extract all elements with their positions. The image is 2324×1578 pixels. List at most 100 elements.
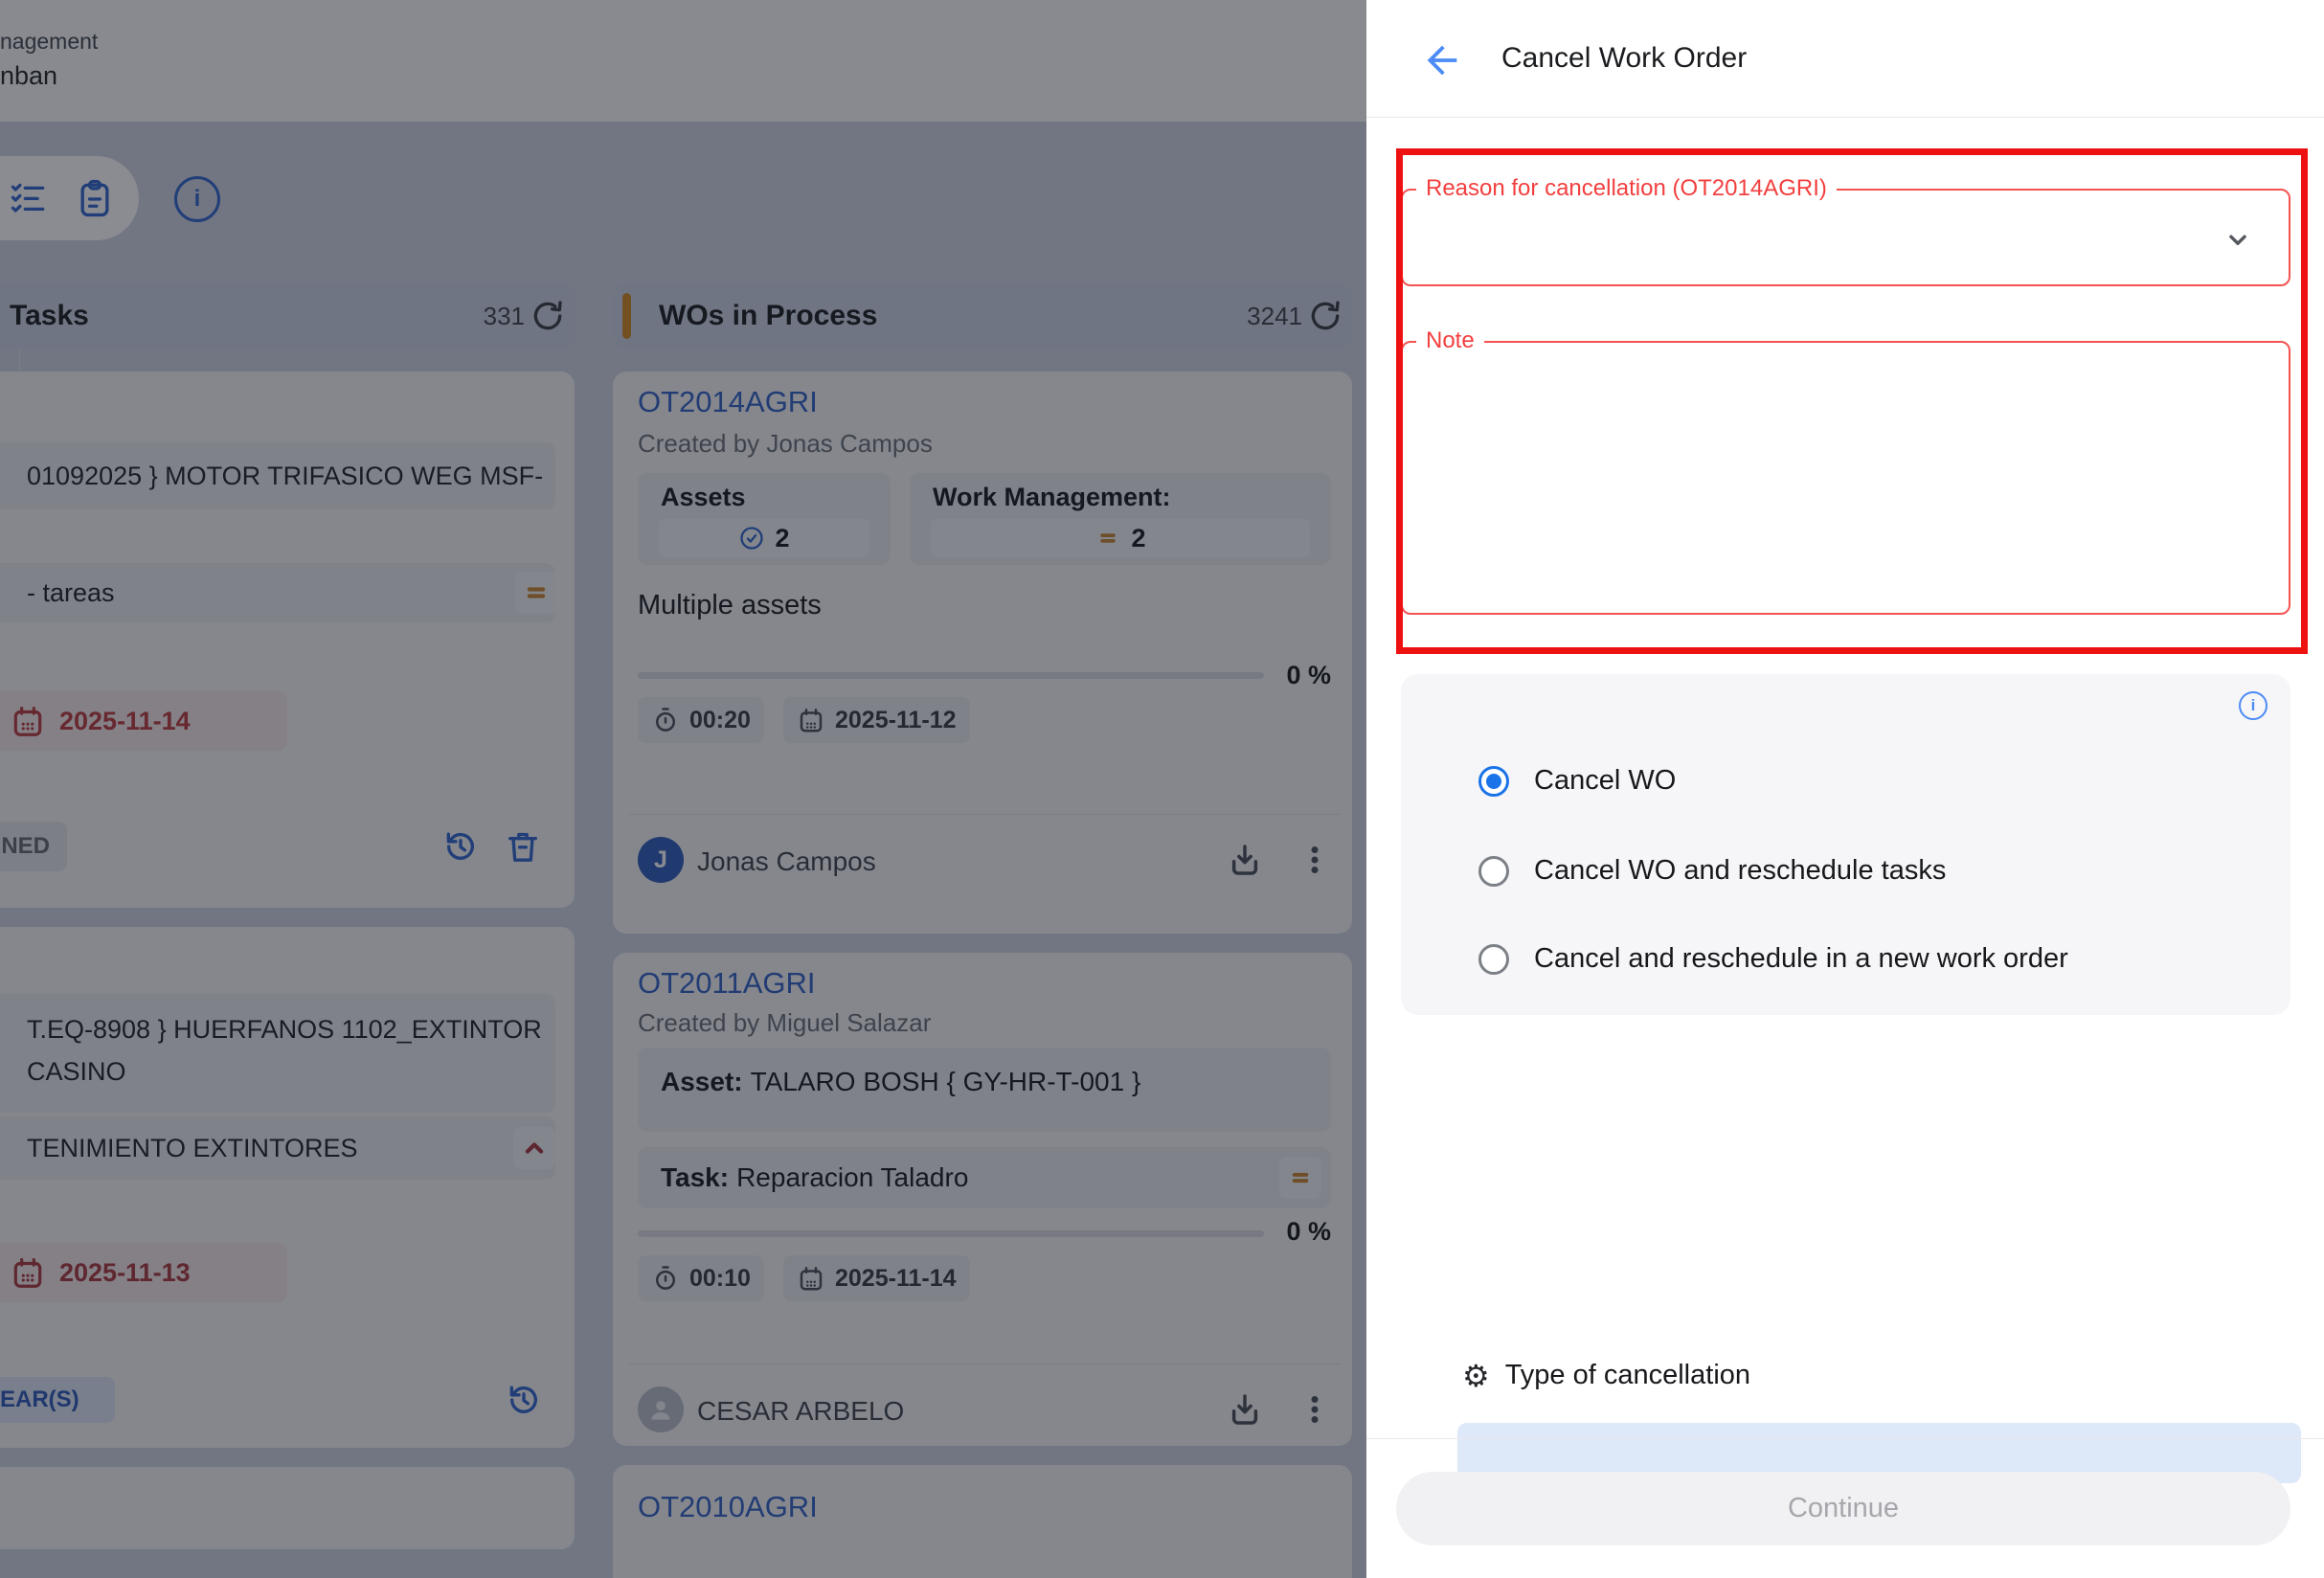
duration-chip: 00:20 xyxy=(638,697,764,743)
app-topbar: nagement nban xyxy=(0,0,1366,122)
date-chip: 2025-11-14 xyxy=(783,1255,970,1301)
radio-unselected-icon[interactable] xyxy=(1478,856,1509,887)
avatar: J xyxy=(638,837,684,883)
asset-chip: Asset:TALARO BOSH { GY-HR-T-001 } xyxy=(638,1048,1331,1132)
trash-icon[interactable] xyxy=(504,827,542,866)
asset-value: TALARO BOSH { GY-HR-T-001 } xyxy=(743,1067,1141,1096)
topbar-breadcrumb: nagement xyxy=(0,29,98,55)
type-of-cancellation-header: ⚙ Type of cancellation xyxy=(1462,1360,1750,1391)
task-value: Reparacion Taladro xyxy=(729,1162,968,1192)
progress-value: 0 % xyxy=(1286,1217,1331,1247)
panel-title: Cancel Work Order xyxy=(1501,42,1747,75)
assets-label: Assets xyxy=(661,483,746,512)
card-divider xyxy=(628,814,1341,815)
type-of-cancellation-title: Type of cancellation xyxy=(1505,1360,1750,1391)
due-date: 2025-11-14 xyxy=(59,707,191,736)
wo-card[interactable]: OT2010AGRI xyxy=(613,1465,1352,1578)
progress-bar xyxy=(638,672,1264,679)
task-title-chip: 01092025 } MOTOR TRIFASICO WEG MSF- xyxy=(0,442,555,509)
task-card[interactable] xyxy=(0,1467,575,1549)
duration: 00:10 xyxy=(689,1265,751,1293)
history-icon[interactable] xyxy=(505,1381,543,1419)
back-arrow-icon[interactable] xyxy=(1420,38,1464,82)
avatar xyxy=(638,1386,684,1432)
radio-option-cancel-wo[interactable]: Cancel WO xyxy=(1478,765,1676,797)
note-textarea[interactable] xyxy=(1401,341,2290,615)
radio-unselected-icon[interactable] xyxy=(1478,944,1509,975)
wo-card[interactable]: OT2014AGRI Created by Jonas Campos Asset… xyxy=(613,372,1352,934)
assignee-name: Jonas Campos xyxy=(697,846,876,877)
download-icon[interactable] xyxy=(1225,1389,1265,1430)
check-circle-icon xyxy=(738,525,765,552)
download-icon[interactable] xyxy=(1225,840,1265,880)
column-color-bar xyxy=(622,293,631,339)
task-subtitle: - tareas xyxy=(27,578,115,608)
duration-chip: 00:10 xyxy=(638,1255,764,1301)
stopwatch-icon xyxy=(651,1264,680,1293)
priority-medium-icon xyxy=(515,572,555,614)
stopwatch-icon xyxy=(651,706,680,734)
kanban-board: nagement nban i Tasks 331 xyxy=(0,0,1366,1578)
work-management-count: 2 xyxy=(1131,524,1145,553)
checklist-icon[interactable] xyxy=(8,177,50,219)
radio-option-cancel-reschedule-tasks[interactable]: Cancel WO and reschedule tasks xyxy=(1478,855,1946,887)
task-subtitle: TENIMIENTO EXTINTORES xyxy=(27,1134,358,1163)
chevron-down-icon xyxy=(2222,223,2254,256)
refresh-icon[interactable] xyxy=(1306,297,1344,335)
calendar-icon xyxy=(797,1264,825,1293)
wo-created-by: Created by Jonas Campos xyxy=(638,429,933,459)
radio-selected-icon[interactable] xyxy=(1478,766,1509,797)
recurrence-chip: YEAR(S) xyxy=(0,1377,115,1423)
radio-option-cancel-reschedule-new-wo[interactable]: Cancel and reschedule in a new work orde… xyxy=(1478,943,2068,975)
wo-card[interactable]: OT2011AGRI Created by Miguel Salazar Ass… xyxy=(613,953,1352,1446)
assets-count: 2 xyxy=(775,524,789,553)
calendar-icon xyxy=(10,703,46,739)
type-of-cancellation-card: ⚙ Type of cancellation i Cancel WO Cance… xyxy=(1401,674,2290,1015)
priority-high-icon xyxy=(513,1127,555,1169)
due-date: 2025-11-13 xyxy=(59,1258,191,1288)
wo-code-link[interactable]: OT2011AGRI xyxy=(638,966,816,1001)
due-date-chip: 2025-11-14 xyxy=(0,691,287,751)
assignee-name: CESAR ARBELO xyxy=(697,1396,904,1427)
info-icon[interactable]: i xyxy=(174,176,220,222)
task-subtitle-chip: - tareas xyxy=(0,563,555,622)
calendar-icon xyxy=(10,1254,46,1291)
wo-created-by: Created by Miguel Salazar xyxy=(638,1008,931,1038)
clipboard-icon[interactable] xyxy=(74,177,116,219)
status-badge: NNED xyxy=(0,822,67,871)
continue-button[interactable]: Continue xyxy=(1396,1472,2290,1545)
progress-value: 0 % xyxy=(1286,661,1331,690)
task-card[interactable]: 01092025 } MOTOR TRIFASICO WEG MSF- - ta… xyxy=(0,372,575,908)
wo-code-link[interactable]: OT2010AGRI xyxy=(638,1490,818,1524)
refresh-icon[interactable] xyxy=(529,297,567,335)
assets-box: Assets 2 xyxy=(638,473,891,565)
column-header-wos: WOs in Process 3241 xyxy=(613,283,1352,349)
column-header-tasks: Tasks 331 xyxy=(0,283,575,349)
scheduled-date: 2025-11-14 xyxy=(835,1265,957,1293)
wo-description: Multiple assets xyxy=(638,590,822,621)
task-title-line1: T.EQ-8908 } HUERFANOS 1102_EXTINTOR xyxy=(27,1015,542,1045)
equals-icon xyxy=(1094,525,1121,552)
info-icon[interactable]: i xyxy=(2239,691,2268,720)
page-title: nban xyxy=(0,61,57,91)
due-date-chip: 2025-11-13 xyxy=(0,1243,287,1302)
work-management-label: Work Management: xyxy=(933,483,1171,512)
progress-bar xyxy=(638,1230,1264,1237)
calendar-icon xyxy=(797,706,825,734)
kebab-menu-icon[interactable] xyxy=(1295,1389,1335,1430)
app-screen: nagement nban i Tasks 331 xyxy=(0,0,2324,1578)
column-title: WOs in Process xyxy=(659,300,877,332)
wo-code-link[interactable]: OT2014AGRI xyxy=(638,385,818,419)
history-icon[interactable] xyxy=(441,827,480,866)
column-title: Tasks xyxy=(10,300,89,332)
work-management-count-box: 2 xyxy=(931,519,1310,557)
task-title: 01092025 } MOTOR TRIFASICO WEG MSF- xyxy=(27,462,543,491)
footer-divider xyxy=(1366,1438,2324,1439)
asset-label: Asset: xyxy=(661,1067,743,1096)
column-count: 3241 xyxy=(1247,302,1302,331)
kebab-menu-icon[interactable] xyxy=(1295,840,1335,880)
reason-select[interactable] xyxy=(1401,189,2290,286)
header-divider xyxy=(1366,117,2324,118)
priority-medium-icon xyxy=(1279,1157,1321,1199)
task-card[interactable]: T.EQ-8908 } HUERFANOS 1102_EXTINTOR CASI… xyxy=(0,927,575,1448)
